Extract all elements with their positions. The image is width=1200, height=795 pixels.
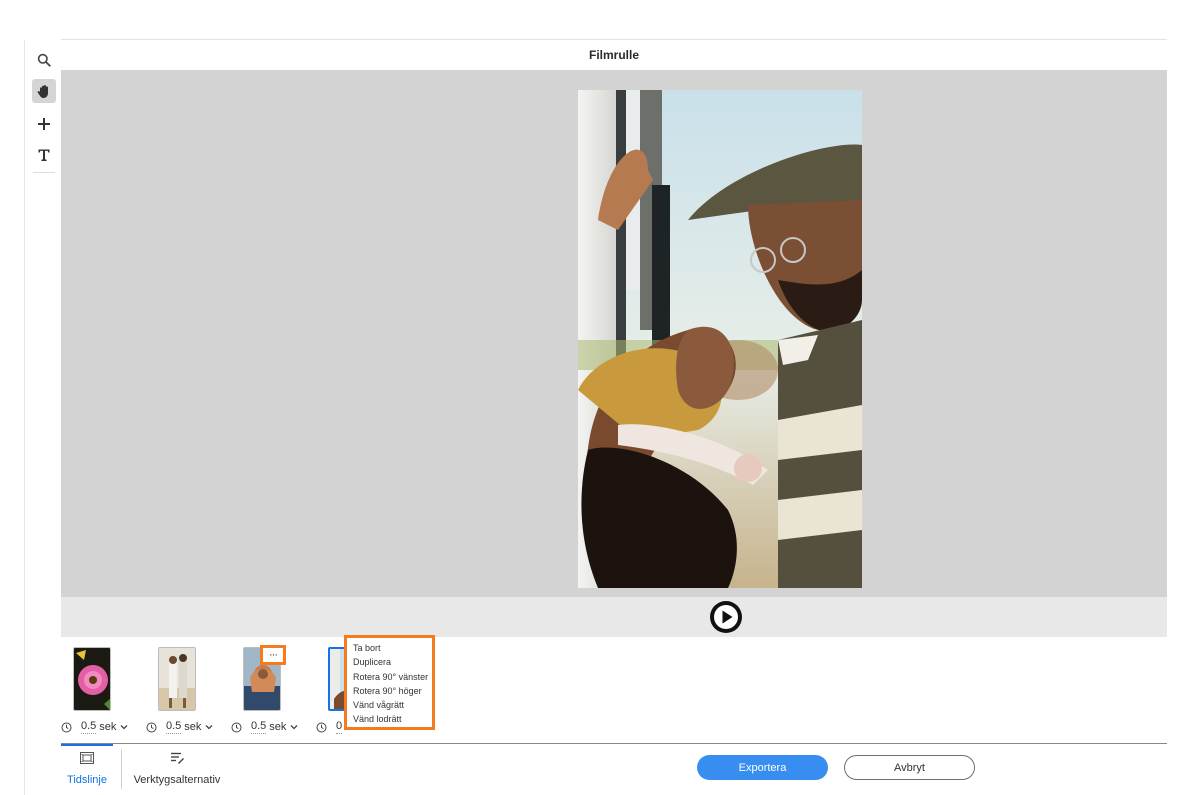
active-tab-indicator xyxy=(61,744,113,746)
clock-icon xyxy=(146,722,157,732)
tool-sidebar xyxy=(25,40,61,795)
duration-control[interactable]: 0 xyxy=(316,720,343,734)
duration-control[interactable]: 0.5 sek xyxy=(231,720,298,734)
chevron-down-icon[interactable] xyxy=(120,724,128,730)
duration-unit: sek xyxy=(99,721,117,733)
menu-item-flip-horizontal[interactable]: Vänd vågrätt xyxy=(347,698,432,712)
duration-control[interactable]: 0.5 sek xyxy=(146,720,213,734)
bottom-tabs: Tidslinje Verktygsalternativ Exportera A… xyxy=(61,744,1167,795)
duration-value[interactable]: 0 xyxy=(336,720,343,734)
duration-value[interactable]: 0.5 xyxy=(251,720,267,734)
chevron-down-icon[interactable] xyxy=(205,724,213,730)
hand-icon[interactable] xyxy=(32,79,56,103)
tool-options-icon xyxy=(171,752,184,764)
text-icon[interactable] xyxy=(32,143,56,167)
clock-icon xyxy=(316,722,327,732)
frame-more-options-button[interactable]: ··· xyxy=(260,645,286,665)
cancel-button[interactable]: Avbryt xyxy=(844,755,975,780)
frame-context-menu: Ta bort Duplicera Rotera 90° vänster Rot… xyxy=(344,635,435,730)
tab-divider xyxy=(121,749,122,789)
frame-thumbnail[interactable] xyxy=(73,647,111,711)
frame-thumbnail[interactable] xyxy=(158,647,196,711)
chevron-down-icon[interactable] xyxy=(290,724,298,730)
duration-unit: sek xyxy=(184,721,202,733)
export-button[interactable]: Exportera xyxy=(697,755,828,780)
tab-tool-options[interactable]: Verktygsalternativ xyxy=(127,744,227,795)
menu-item-rotate-left[interactable]: Rotera 90° vänster xyxy=(347,670,432,684)
menu-item-rotate-right[interactable]: Rotera 90° höger xyxy=(347,684,432,698)
clock-icon xyxy=(61,722,72,732)
playback-bar xyxy=(61,597,1167,637)
top-bar xyxy=(61,22,1167,40)
filmstrip-icon xyxy=(80,752,94,764)
tab-timeline[interactable]: Tidslinje xyxy=(61,744,113,795)
preview-canvas xyxy=(61,70,1167,597)
duration-value[interactable]: 0.5 xyxy=(81,720,97,734)
menu-item-duplicate[interactable]: Duplicera xyxy=(347,655,432,669)
play-icon xyxy=(714,605,738,629)
duration-control[interactable]: 0.5 sek xyxy=(61,720,128,734)
duration-unit: sek xyxy=(269,721,287,733)
filmstrip: 0.5 sek 0.5 sek 0.5 sek ··· 0 Ta bort Du… xyxy=(61,635,1167,743)
plus-icon[interactable] xyxy=(32,112,56,136)
toolbar-divider xyxy=(33,172,55,173)
film-roll-editor: Filmrulle 0.5 sek 0.5 sek 0.5 sek ··· 0 … xyxy=(0,0,1200,795)
tab-label: Tidslinje xyxy=(67,774,107,786)
tab-label: Verktygsalternativ xyxy=(133,774,221,786)
menu-item-delete[interactable]: Ta bort xyxy=(347,641,432,655)
preview-photo xyxy=(578,90,862,588)
panel-title: Filmrulle xyxy=(588,48,639,62)
play-button[interactable] xyxy=(710,601,742,633)
clock-icon xyxy=(231,722,242,732)
menu-item-flip-vertical[interactable]: Vänd lodrätt xyxy=(347,712,432,726)
magnifier-icon[interactable] xyxy=(32,48,56,72)
duration-value[interactable]: 0.5 xyxy=(166,720,182,734)
